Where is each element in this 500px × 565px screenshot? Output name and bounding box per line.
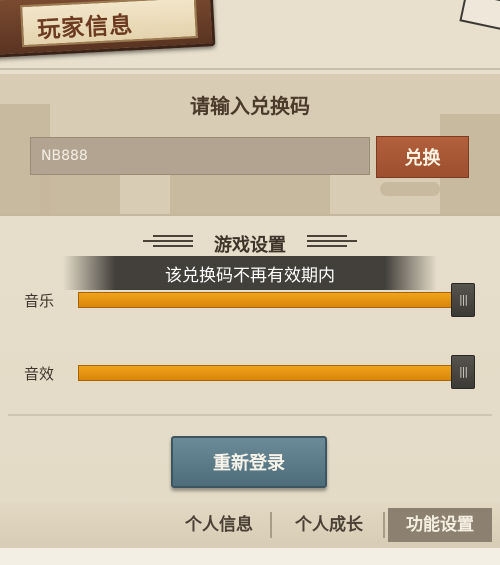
tab-separator (270, 512, 272, 538)
sfx-slider[interactable] (78, 365, 460, 381)
tab-personal-info[interactable]: 个人信息 (170, 508, 268, 542)
tab-function-settings[interactable]: 功能设置 (388, 508, 492, 542)
divider (0, 68, 500, 70)
settings-header: 游戏设置 (0, 230, 500, 256)
background-boat (380, 182, 440, 196)
sfx-slider-handle[interactable]: ||| (451, 355, 475, 389)
panel-title: 玩家信息 (36, 12, 134, 44)
relogin-button[interactable]: 重新登录 (171, 436, 327, 488)
title-plaque-inner: 玩家信息 (20, 0, 198, 48)
divider (8, 414, 492, 416)
redeem-button[interactable]: 兑换 (376, 136, 469, 178)
redeem-title: 请输入兑换码 (190, 94, 310, 118)
sfx-label: 音效 (24, 365, 55, 383)
tab-personal-growth[interactable]: 个人成长 (280, 508, 378, 542)
music-label: 音乐 (24, 292, 55, 310)
tab-separator (383, 512, 385, 538)
bottom-strip (0, 548, 500, 565)
settings-title: 游戏设置 (214, 235, 286, 256)
music-slider[interactable] (78, 292, 460, 308)
title-decoration-right (307, 235, 357, 249)
toast-text: 该兑换码不再有效期内 (165, 266, 335, 286)
bottom-tab-bar: 个人信息 个人成长 功能设置 (0, 502, 500, 548)
toast-message: 该兑换码不再有效期内 (63, 256, 437, 290)
music-slider-handle[interactable]: ||| (451, 283, 475, 317)
redeem-section: 请输入兑换码 兑换 (0, 74, 500, 216)
redeem-code-input[interactable] (30, 137, 370, 175)
background-buildings (170, 170, 330, 214)
